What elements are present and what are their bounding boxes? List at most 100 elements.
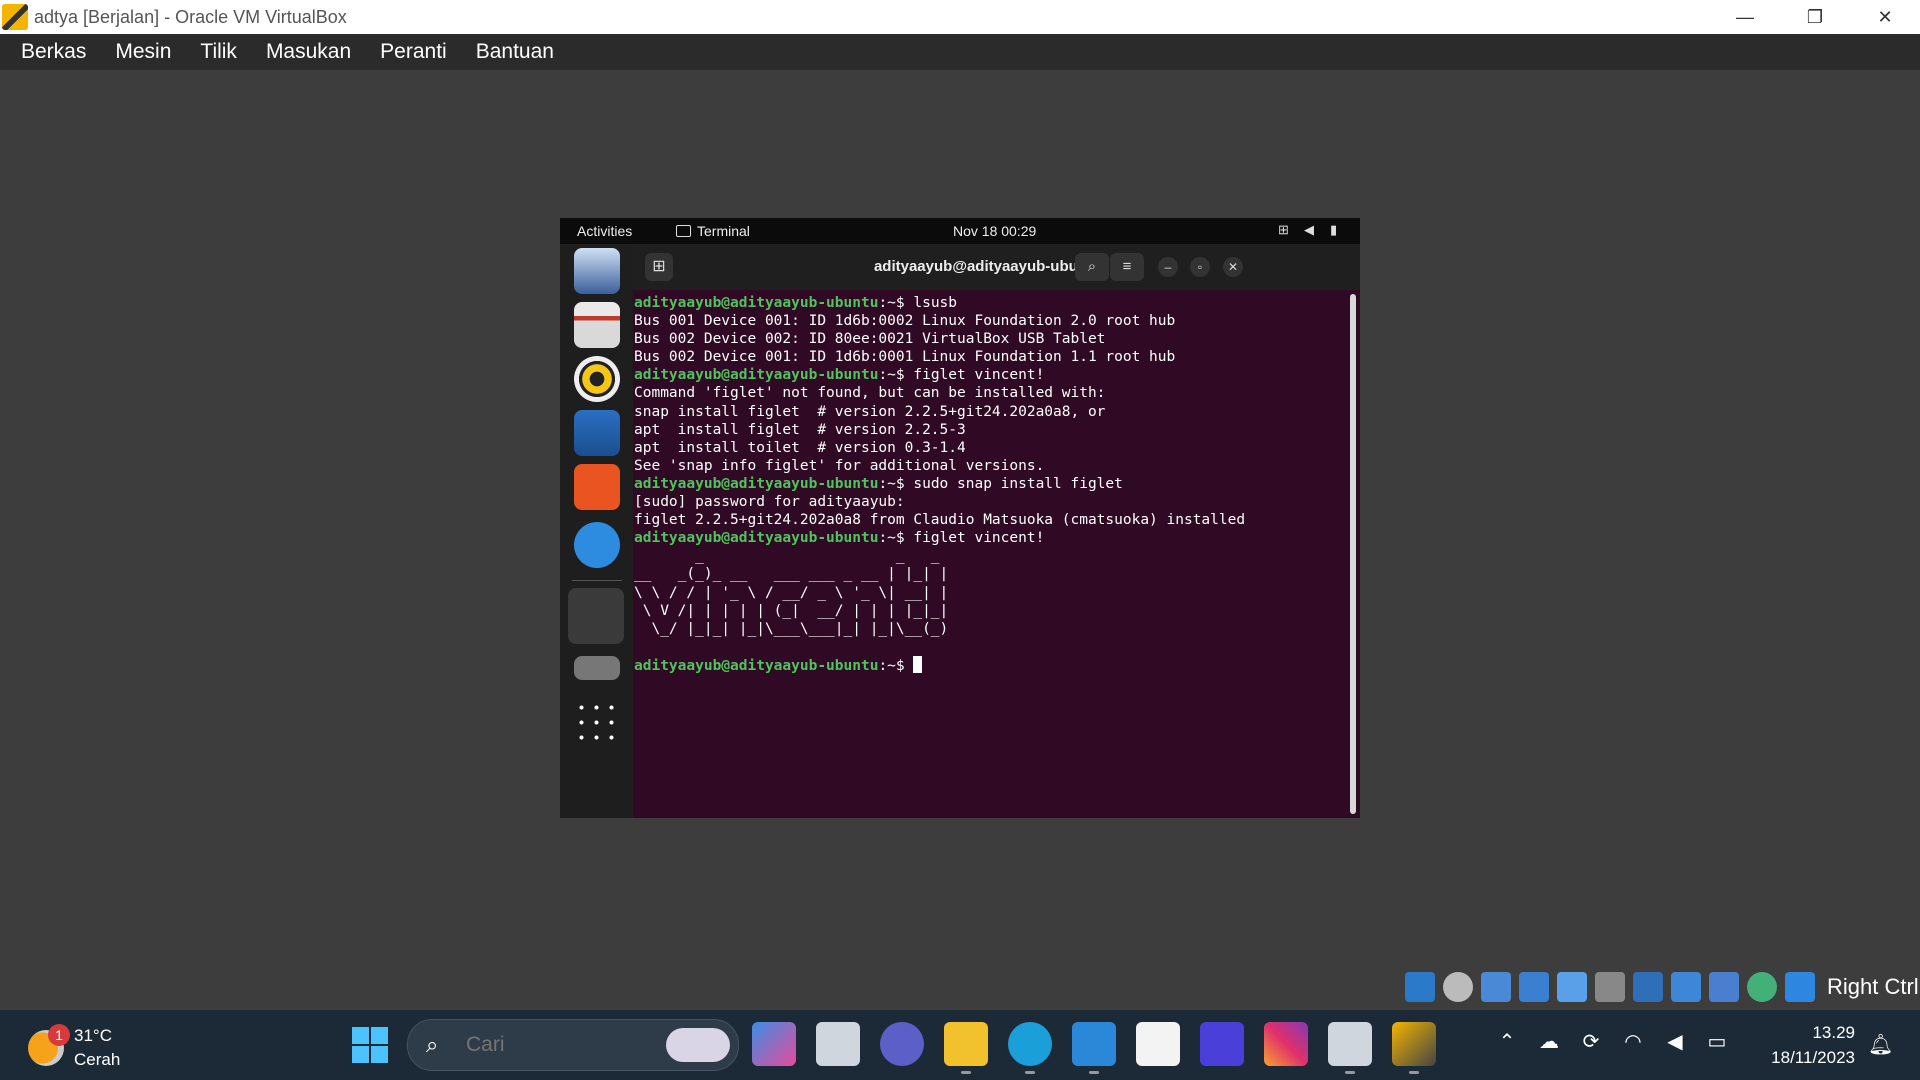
gnome-system-tray[interactable]: ⊞ ◀ ▮ bbox=[1278, 223, 1342, 237]
terminal-close-button[interactable]: ✕ bbox=[1223, 257, 1243, 277]
help-icon[interactable] bbox=[574, 522, 620, 568]
mouse-integration-icon[interactable] bbox=[1747, 972, 1777, 1002]
usb-icon[interactable] bbox=[1557, 972, 1587, 1002]
copilot-icon[interactable] bbox=[752, 1022, 796, 1066]
search-input[interactable] bbox=[464, 1032, 668, 1058]
taskbar-clock[interactable]: 13.29 18/11/2023 bbox=[1755, 1020, 1855, 1070]
hamburger-menu-button[interactable]: ≡ bbox=[1110, 253, 1144, 281]
weather-desc: Cerah bbox=[74, 1050, 121, 1069]
window-controls: — ❐ ✕ bbox=[1710, 0, 1920, 34]
gnome-top-bar: Activities Terminal Nov 18 00:29 ⊞ ◀ ▮ bbox=[560, 218, 1360, 244]
minimize-button[interactable]: — bbox=[1710, 0, 1780, 34]
menu-bantuan[interactable]: Bantuan bbox=[476, 40, 554, 64]
terminal-line: __ _(_)_ __ ___ ___ _ __ | |_| | bbox=[634, 566, 949, 583]
weather-widget[interactable]: 1 31°C Cerah bbox=[28, 1024, 120, 1072]
drive-icon[interactable] bbox=[574, 656, 620, 680]
thunderbird-icon[interactable] bbox=[574, 248, 620, 294]
terminal-icon[interactable] bbox=[568, 588, 624, 644]
ubuntu-dock bbox=[560, 244, 633, 818]
rhythmbox-icon[interactable] bbox=[574, 356, 620, 402]
prompt-suffix: :~$ bbox=[878, 295, 914, 311]
menu-masukan[interactable]: Masukan bbox=[266, 40, 351, 64]
notification-bell-icon[interactable]: 🔔︎ bbox=[1868, 1032, 1893, 1057]
menu-tilik[interactable]: Tilik bbox=[200, 40, 237, 64]
volume-icon: ◀ bbox=[1304, 222, 1314, 237]
terminal-prompt: adityaayub@adityaayub-ubuntu bbox=[634, 367, 879, 384]
terminal-output[interactable]: adityaayub@adityaayub-ubuntu:~$ lsusb Bus… bbox=[634, 294, 1339, 814]
terminal-command: figlet vincent! bbox=[913, 530, 1045, 547]
libreoffice-writer-icon[interactable] bbox=[574, 410, 620, 456]
task-view-icon[interactable] bbox=[816, 1022, 860, 1066]
sync-icon[interactable]: ⟳ bbox=[1579, 1030, 1603, 1054]
terminal-line: Command 'figlet' not found, but can be i… bbox=[634, 385, 1106, 402]
terminal-line: adityaayub@adityaayub-ubuntu:~$ sudo sna… bbox=[634, 475, 1339, 493]
start-button[interactable] bbox=[352, 1027, 388, 1063]
terminal-line: Bus 002 Device 002: ID 80ee:0021 Virtual… bbox=[634, 331, 1106, 348]
vm-display[interactable]: Activities Terminal Nov 18 00:29 ⊞ ◀ ▮ ⊞… bbox=[560, 218, 1360, 818]
terminal-prompt: adityaayub@adityaayub-ubuntu bbox=[634, 475, 879, 492]
weather-icon: 1 bbox=[28, 1024, 70, 1066]
vt-x-icon[interactable] bbox=[1709, 972, 1739, 1002]
close-button[interactable]: ✕ bbox=[1850, 0, 1920, 34]
terminal-app-menu[interactable]: Terminal bbox=[676, 223, 750, 239]
activities-button[interactable]: Activities bbox=[577, 223, 632, 239]
chat-icon[interactable] bbox=[880, 1022, 924, 1066]
edge-icon[interactable] bbox=[1008, 1022, 1052, 1074]
terminal-maximize-button[interactable]: ▫ bbox=[1190, 257, 1210, 277]
virtualbox-app-icon bbox=[2, 4, 28, 30]
microsoft-store-icon[interactable] bbox=[1136, 1022, 1180, 1066]
speaker-icon[interactable]: ◀ bbox=[1663, 1030, 1687, 1054]
maximize-button[interactable]: ❐ bbox=[1780, 0, 1850, 34]
terminal-command: figlet vincent! bbox=[913, 367, 1045, 384]
shared-folders-icon[interactable] bbox=[1595, 972, 1625, 1002]
file-explorer-icon[interactable] bbox=[944, 1022, 988, 1074]
keyboard-capture-icon[interactable] bbox=[1785, 972, 1815, 1002]
dock-separator bbox=[572, 580, 622, 581]
menu-bar: Berkas Mesin Tilik Masukan Peranti Bantu… bbox=[0, 34, 1920, 70]
optical-drive-icon[interactable] bbox=[1443, 972, 1473, 1002]
clock-date: 18/11/2023 bbox=[1771, 1048, 1855, 1067]
wifi-icon[interactable]: ◠ bbox=[1621, 1030, 1645, 1054]
prompt-suffix: :~$ bbox=[878, 530, 914, 547]
taskbar-search[interactable]: ⌕ bbox=[407, 1019, 739, 1071]
weather-temp: 31°C bbox=[74, 1026, 112, 1045]
onedrive-icon[interactable]: ☁ bbox=[1537, 1030, 1561, 1054]
window-title: adtya [Berjalan] - Oracle VM VirtualBox bbox=[34, 6, 347, 27]
search-button[interactable]: ⌕ bbox=[1075, 253, 1109, 281]
app-center-icon[interactable] bbox=[574, 464, 620, 510]
network-adapter-icon[interactable] bbox=[1519, 972, 1549, 1002]
terminal-window[interactable]: ⊞ adityaayub@adityaayub-ubuntu: ~ ⌕ ≡ – … bbox=[633, 244, 1360, 818]
terminal-line: figlet 2.2.5+git24.202a0a8 from Claudio … bbox=[634, 512, 1246, 529]
hard-disk-icon[interactable] bbox=[1405, 972, 1435, 1002]
recording-icon[interactable] bbox=[1671, 972, 1701, 1002]
photos-icon[interactable] bbox=[1072, 1022, 1116, 1074]
audio-icon[interactable] bbox=[1481, 972, 1511, 1002]
virtualbox-manager-icon[interactable] bbox=[1328, 1022, 1372, 1074]
chevron-up-icon[interactable]: ⌃ bbox=[1495, 1030, 1519, 1054]
windows-taskbar: 1 31°C Cerah ⌕ ⌃ ☁ ⟳ ◠ ◀ ▭ 13.29 18/1 bbox=[0, 1010, 1920, 1080]
gnome-clock[interactable]: Nov 18 00:29 bbox=[953, 223, 1036, 239]
terminal-line: adityaayub@adityaayub-ubuntu:~$ bbox=[634, 655, 1339, 675]
terminal-prompt: adityaayub@adityaayub-ubuntu bbox=[634, 657, 879, 674]
app-name: Terminal bbox=[697, 223, 750, 239]
instagram-icon[interactable] bbox=[1264, 1022, 1308, 1066]
prompt-suffix: :~$ bbox=[878, 367, 914, 384]
window-titlebar: adtya [Berjalan] - Oracle VM VirtualBox … bbox=[0, 0, 1920, 34]
terminal-minimize-button[interactable]: – bbox=[1158, 257, 1178, 277]
menu-berkas[interactable]: Berkas bbox=[21, 40, 86, 64]
menu-mesin[interactable]: Mesin bbox=[115, 40, 171, 64]
terminal-prompt: adityaayub@adityaayub-ubuntu bbox=[634, 295, 879, 311]
virtualbox-vm-icon[interactable] bbox=[1392, 1022, 1436, 1074]
system-tray: ⌃ ☁ ⟳ ◠ ◀ ▭ bbox=[1495, 1030, 1729, 1054]
visual-studio-code-icon[interactable] bbox=[1200, 1022, 1244, 1066]
vbox-status-bar: Right Ctrl bbox=[1405, 970, 1919, 1004]
display-icon[interactable] bbox=[1633, 972, 1663, 1002]
menu-peranti[interactable]: Peranti bbox=[380, 40, 447, 64]
terminal-scrollbar[interactable] bbox=[1350, 294, 1356, 814]
show-apps-icon[interactable] bbox=[574, 700, 620, 746]
terminal-line: [sudo] password for adityaayub: bbox=[634, 494, 905, 511]
battery-icon[interactable]: ▭ bbox=[1705, 1030, 1729, 1054]
terminal-line: Bus 002 Device 001: ID 1d6b:0001 Linux F… bbox=[634, 349, 1176, 366]
files-icon[interactable] bbox=[574, 302, 620, 348]
